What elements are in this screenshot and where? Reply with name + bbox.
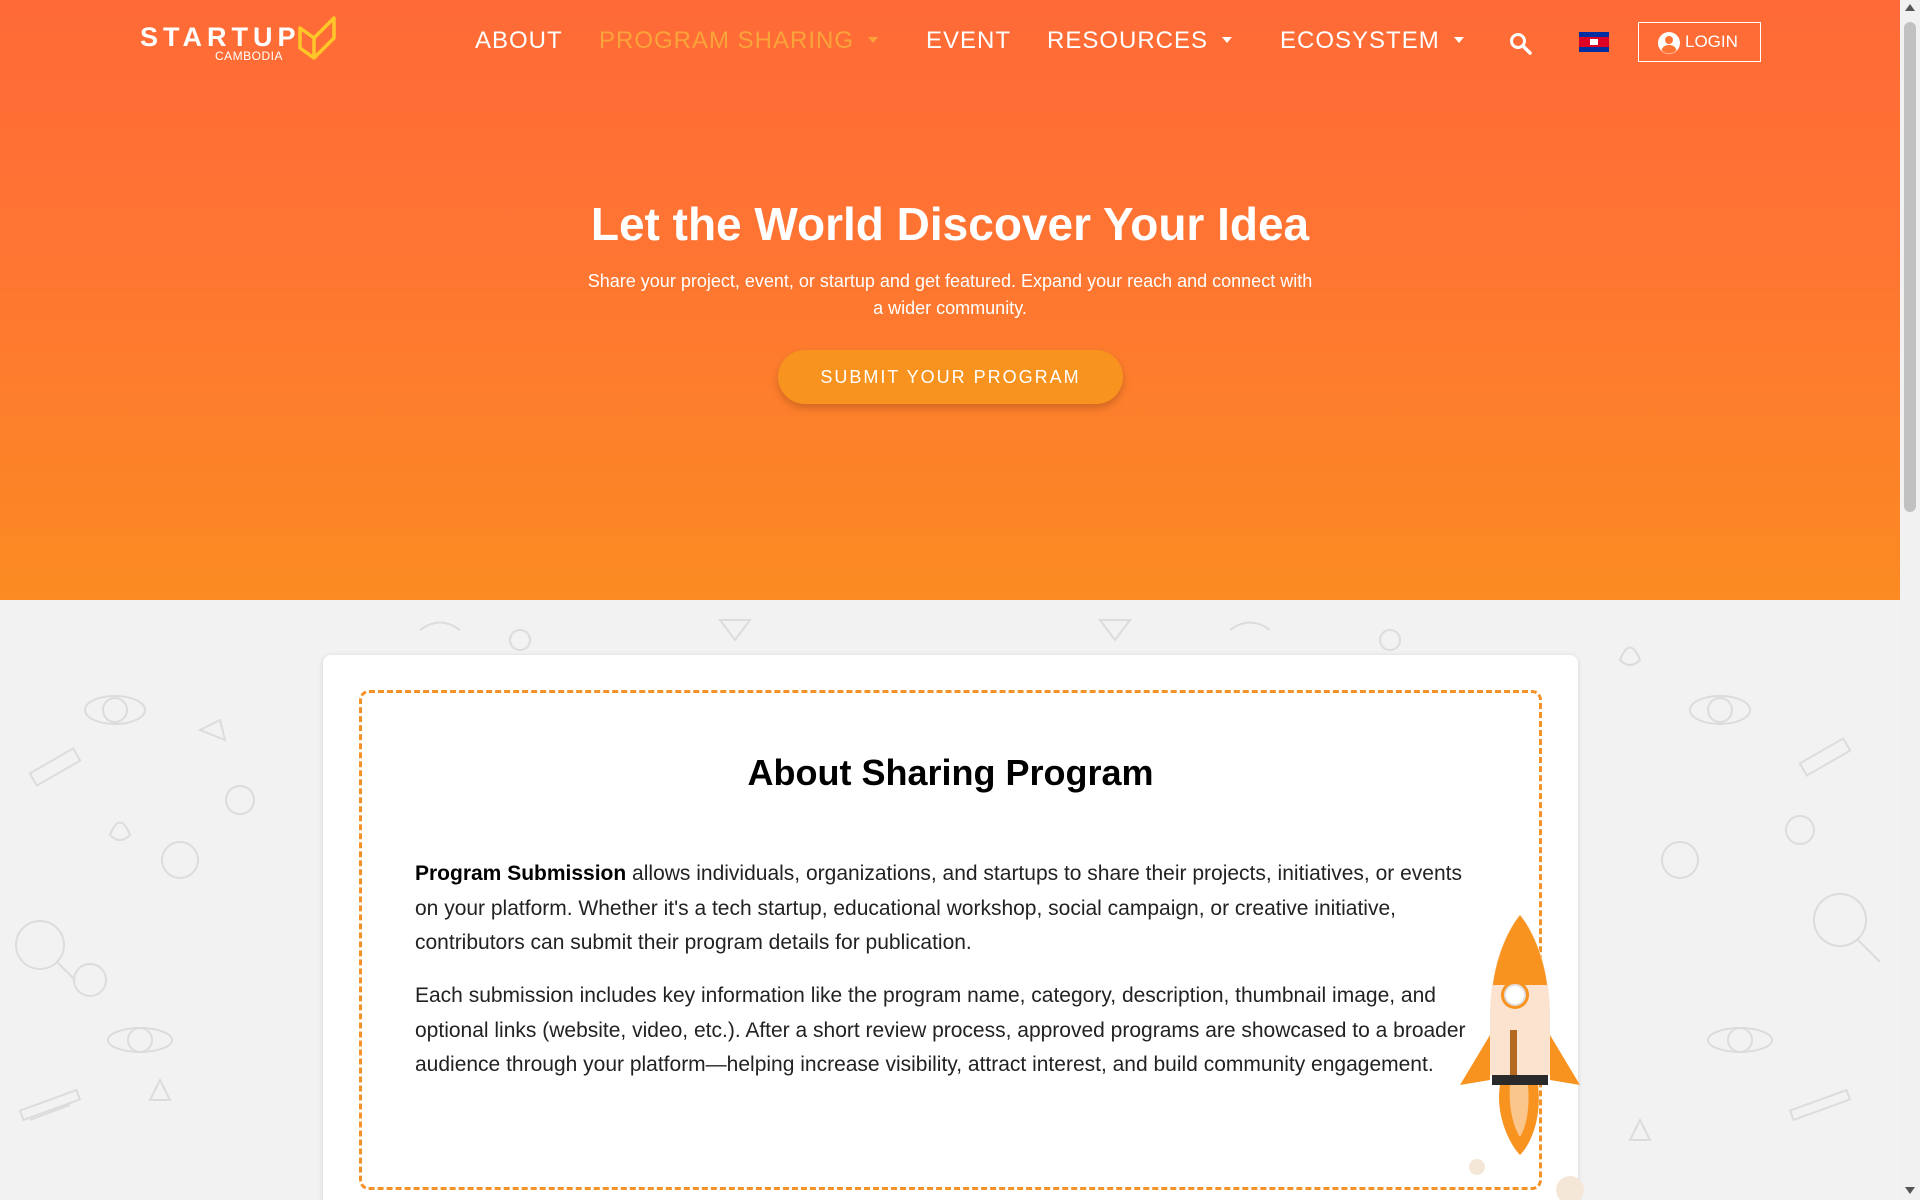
hero-subtitle-line2: a wider community. [873, 298, 1027, 318]
nav-ecosystem-label: ECOSYSTEM [1280, 27, 1440, 54]
nav-ecosystem[interactable]: ECOSYSTEM [1280, 26, 1464, 56]
scroll-up-arrow-icon[interactable] [1905, 4, 1915, 11]
scroll-thumb[interactable] [1904, 22, 1916, 512]
nav-about[interactable]: ABOUT [475, 26, 563, 56]
about-paragraph-1-bold: Program Submission [415, 862, 627, 885]
about-paragraph-2: Each submission includes key information… [415, 984, 1466, 1076]
nav-program-sharing-label: PROGRAM SHARING [599, 27, 855, 54]
submit-program-button[interactable]: SUBMIT YOUR PROGRAM [778, 350, 1123, 404]
page-scrollbar[interactable] [1900, 0, 1920, 1200]
nav-program-sharing[interactable]: PROGRAM SHARING [599, 26, 879, 56]
search-button[interactable] [1508, 31, 1534, 57]
scroll-down-arrow-icon[interactable] [1905, 1187, 1915, 1194]
logo-mark-icon [298, 16, 336, 60]
login-label: LOGIN [1685, 32, 1738, 51]
nav-event[interactable]: EVENT [926, 26, 1011, 56]
logo-text: STARTUP [140, 22, 301, 52]
site-logo[interactable]: STARTUP CAMBODIA [140, 14, 340, 64]
top-navbar: STARTUP CAMBODIA ABOUT PROGRAM SHARING E… [0, 0, 1900, 84]
hero-section: STARTUP CAMBODIA ABOUT PROGRAM SHARING E… [0, 0, 1900, 600]
search-icon [1510, 33, 1532, 55]
logo-subtext: CAMBODIA [215, 49, 284, 63]
nav-resources-label: RESOURCES [1047, 27, 1209, 54]
chevron-down-icon [1222, 36, 1233, 43]
chevron-down-icon [868, 36, 879, 43]
language-flag-icon[interactable] [1579, 32, 1609, 52]
about-title: About Sharing Program [747, 752, 1154, 793]
login-button[interactable]: LOGIN [1638, 22, 1761, 62]
about-paragraph-1: Program Submission allows individuals, o… [415, 857, 1475, 961]
hero-title: Let the World Discover Your Idea [590, 198, 1310, 250]
nav-about-label: ABOUT [475, 27, 563, 54]
chevron-down-icon [1453, 36, 1464, 43]
user-circle-icon [1658, 32, 1680, 54]
rocket-icon [1460, 915, 1584, 1200]
nav-event-label: EVENT [926, 27, 1012, 54]
hero-subtitle: Share your project, event, or startup an… [550, 268, 1350, 322]
nav-resources[interactable]: RESOURCES [1047, 26, 1233, 56]
hero-subtitle-line1: Share your project, event, or startup an… [587, 271, 1313, 291]
